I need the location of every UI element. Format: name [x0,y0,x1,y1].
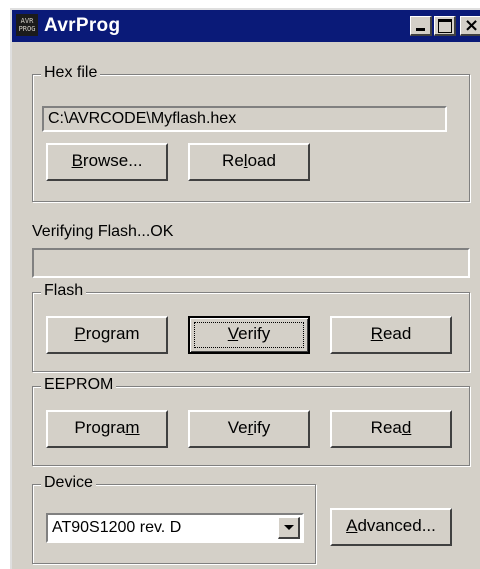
maximize-icon[interactable] [434,16,456,36]
eeprom-read-button[interactable]: Read [330,410,452,448]
eeprom-program-label-key: m [125,418,140,437]
status-text: Verifying Flash...OK [32,223,174,240]
eeprom-program-label-pre: Progra [74,418,126,437]
browse-label-key: B [71,151,83,170]
app-icon-line-1: AVR [20,17,34,25]
browse-button[interactable]: Browse... [46,143,168,181]
flash-program-label-post: rogram [85,324,140,343]
flash-read-button[interactable]: Read [330,316,452,354]
close-glyph: × [464,15,480,36]
flash-verify-button[interactable]: Verify [188,316,310,354]
minimize-icon[interactable] [410,16,432,36]
reload-label-post: oad [247,151,276,170]
flash-read-label-post: ead [382,324,412,343]
device-selected-value: AT90S1200 rev. D [52,519,182,536]
title-bar[interactable]: AVR PROG AvrProg × [12,10,480,42]
hex-file-group-label: Hex file [41,64,101,82]
flash-read-label-key: R [370,324,383,343]
reload-label-pre: Re [222,151,244,170]
avrprog-window: AVR PROG AvrProg × Hex file C:\AVRCODE\M… [10,8,480,569]
progress-bar [32,248,470,278]
eeprom-verify-label-post: ify [253,418,271,437]
device-select[interactable]: AT90S1200 rev. D [46,513,304,543]
device-group-label: Device [41,474,96,492]
hex-file-group: Hex file [32,64,470,202]
dropdown-arrow-icon[interactable] [278,517,300,539]
focus-ring [194,322,304,348]
hex-file-path-field[interactable]: C:\AVRCODE\Myflash.hex [42,106,447,132]
flash-group-label: Flash [41,282,87,300]
browse-label-post: rowse... [82,151,143,170]
eeprom-verify-label-pre: Ve [227,418,248,437]
app-icon-line-2: PROG [18,25,36,33]
window-title: AvrProg [44,15,121,36]
eeprom-read-label-pre: Rea [370,418,402,437]
eeprom-program-button[interactable]: Program [46,410,168,448]
eeprom-group-label: EEPROM [41,376,117,394]
advanced-label-key: A [346,516,358,535]
eeprom-verify-button[interactable]: Verify [188,410,310,448]
flash-program-button[interactable]: Program [46,316,168,354]
reload-button[interactable]: Reload [188,143,310,181]
eeprom-read-label-key: d [401,418,412,437]
close-icon[interactable]: × [460,15,480,36]
flash-program-label-key: P [74,324,86,343]
advanced-button[interactable]: Advanced... [330,508,452,546]
advanced-label-post: dvanced... [357,516,436,535]
app-icon[interactable]: AVR PROG [16,14,38,36]
